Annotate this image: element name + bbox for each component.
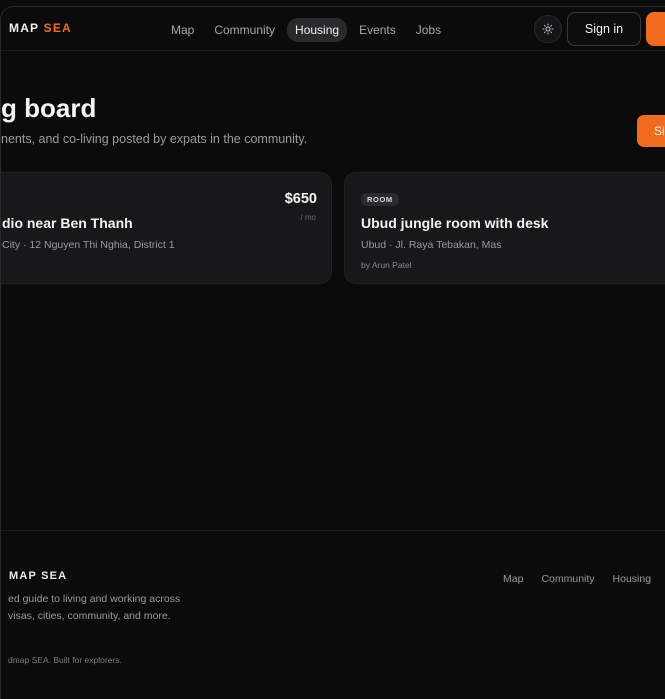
listing-location: Ubud · Jl. Raya Tebakan, Mas bbox=[361, 239, 502, 251]
footer-link-map[interactable]: Map bbox=[503, 573, 523, 585]
sign-in-button[interactable]: Sign in bbox=[567, 12, 641, 46]
footer-logo[interactable]: MAP SEA bbox=[9, 570, 67, 582]
sun-icon bbox=[542, 23, 554, 35]
site-logo[interactable]: MAP SEA bbox=[9, 21, 72, 35]
footer-description: ed guide to living and working across vi… bbox=[8, 591, 180, 625]
main-nav: Map Community Housing Events Jobs bbox=[163, 18, 449, 42]
theme-toggle-button[interactable] bbox=[534, 15, 562, 43]
footer-description-line: visas, cities, community, and more. bbox=[8, 610, 171, 622]
footer-nav: Map Community Housing bbox=[503, 573, 651, 585]
get-started-button[interactable] bbox=[646, 12, 665, 46]
listing-card[interactable]: $650 / mo dio near Ben Thanh City · 12 N… bbox=[1, 172, 332, 284]
listing-card[interactable]: ROOM Ubud jungle room with desk Ubud · J… bbox=[344, 172, 665, 284]
nav-jobs[interactable]: Jobs bbox=[408, 18, 449, 42]
site-header: MAP SEA Map Community Housing Events Job… bbox=[1, 7, 665, 51]
footer-description-line: ed guide to living and working across bbox=[8, 593, 181, 605]
page-subtitle: nents, and co-living posted by expats in… bbox=[1, 132, 308, 146]
nav-community[interactable]: Community bbox=[206, 18, 283, 42]
post-listing-button[interactable]: Si bbox=[637, 115, 665, 147]
listing-type-badge: ROOM bbox=[361, 193, 399, 206]
logo-main: MAP bbox=[9, 21, 40, 35]
logo-accent: SEA bbox=[43, 21, 72, 35]
footer-link-housing[interactable]: Housing bbox=[613, 573, 652, 585]
nav-housing[interactable]: Housing bbox=[287, 18, 348, 42]
site-footer: MAP SEA ed guide to living and working a… bbox=[1, 530, 665, 699]
footer-copyright: dmap SEA. Built for explorers. bbox=[8, 655, 122, 665]
nav-events[interactable]: Events bbox=[351, 18, 404, 42]
nav-map[interactable]: Map bbox=[163, 18, 202, 42]
listing-title: Ubud jungle room with desk bbox=[361, 215, 549, 231]
listing-author: by Arun Patel bbox=[361, 260, 412, 270]
app-window: MAP SEA Map Community Housing Events Job… bbox=[0, 6, 665, 699]
page-title: g board bbox=[1, 93, 97, 123]
listing-location: City · 12 Nguyen Thi Nghia, District 1 bbox=[2, 239, 175, 251]
listing-title: dio near Ben Thanh bbox=[2, 215, 133, 231]
listing-price-unit: / mo bbox=[300, 213, 316, 222]
footer-link-community[interactable]: Community bbox=[541, 573, 594, 585]
listing-price: $650 bbox=[284, 191, 317, 207]
